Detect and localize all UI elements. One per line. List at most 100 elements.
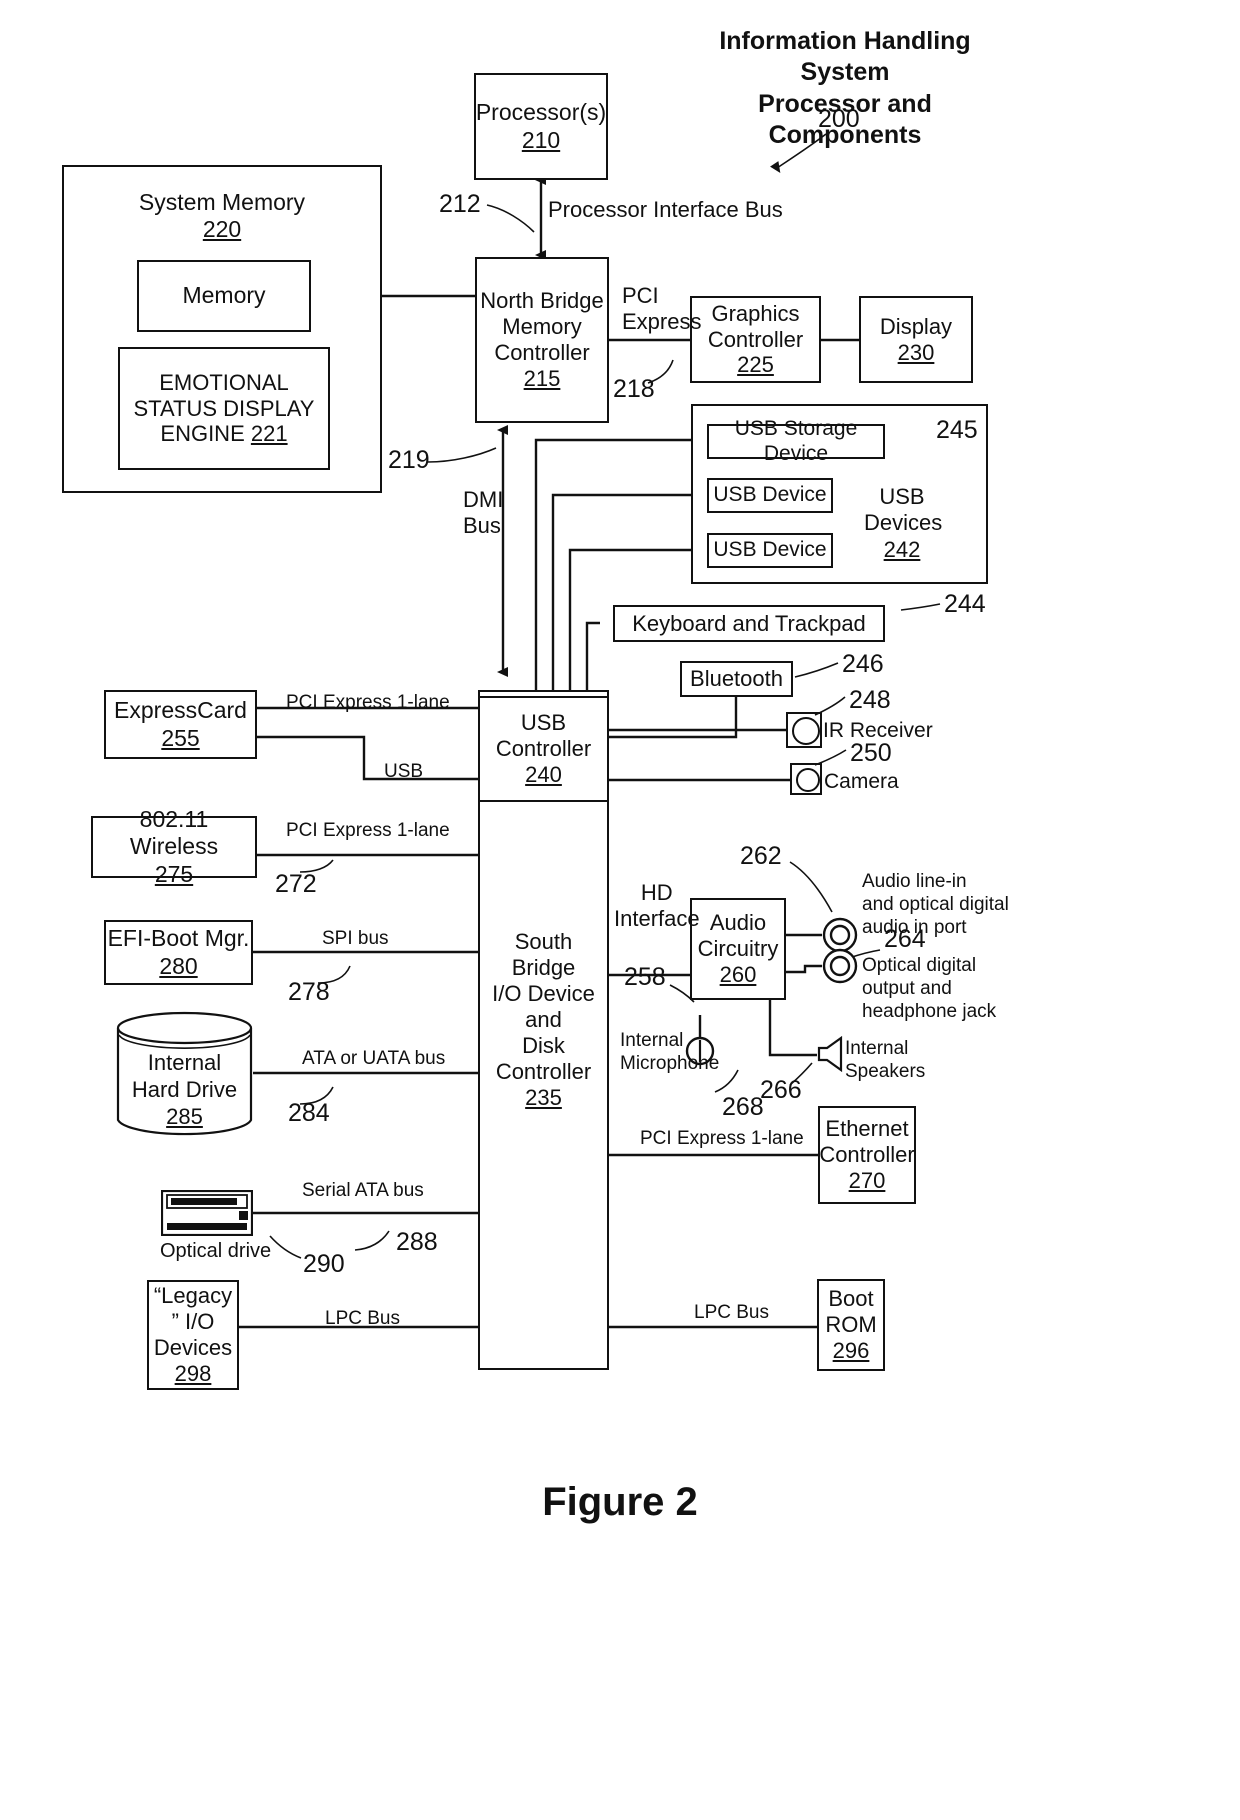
ref-212: 212: [439, 190, 481, 218]
north-bridge-line-3: Controller: [494, 340, 590, 365]
ref-278: 278: [288, 978, 330, 1006]
figure-caption: Figure 2: [542, 1480, 698, 1524]
ref-268: 268: [722, 1093, 764, 1121]
block-expresscard: ExpressCard 255: [104, 690, 257, 759]
label-hd-interface: HD Interface: [614, 880, 700, 932]
label-pcie-1lane-ethernet: PCI Express 1-lane: [640, 1128, 804, 1149]
ethernet-line-2: Controller: [819, 1142, 915, 1168]
usb-controller-number: 240: [525, 761, 562, 787]
block-usb-storage-device: USB Storage Device: [707, 417, 885, 465]
block-audio-circuitry: Audio Circuitry 260: [690, 898, 786, 1000]
usb-storage-title: USB Storage Device: [734, 416, 858, 465]
block-graphics-controller: Graphics Controller 225: [690, 296, 821, 383]
hard-drive-label: Internal Hard Drive 285: [116, 1050, 253, 1130]
boot-rom-line-2: ROM: [825, 1312, 877, 1338]
block-processor-title: Processor(s): [475, 99, 607, 126]
expresscard-number: 255: [161, 724, 200, 751]
optical-digital-output-jack-icon: [822, 948, 858, 984]
boot-rom-number: 296: [832, 1337, 870, 1363]
esde-line-1: EMOTIONAL: [159, 369, 289, 395]
legacy-io-line-2: ” I/O: [171, 1309, 215, 1335]
expresscard-title: ExpressCard: [114, 697, 247, 724]
esde-line-3-row: ENGINE 221: [160, 421, 287, 447]
label-spi-bus: SPI bus: [322, 928, 389, 949]
optical-drive-icon: [160, 1189, 254, 1237]
ref-245: 245: [936, 416, 978, 444]
hard-drive-line-1: Internal: [147, 1050, 222, 1075]
label-usb-bus: USB: [384, 761, 424, 782]
ref-246: 246: [842, 650, 884, 678]
camera-label: Camera: [824, 770, 899, 793]
block-display: Display 230: [859, 296, 973, 383]
label-lpc-bus-right: LPC Bus: [694, 1302, 769, 1323]
label-ata-bus: ATA or UATA bus: [302, 1048, 446, 1069]
graphics-line-1: Graphics: [711, 300, 800, 326]
usb-devices-number: 242: [883, 536, 921, 562]
label-processor-interface-bus: Processor Interface Bus: [548, 197, 783, 222]
ref-288: 288: [396, 1228, 438, 1256]
north-bridge-number: 215: [523, 365, 561, 391]
ref-272: 272: [275, 870, 317, 898]
block-processor: Processor(s) 210: [474, 73, 608, 180]
ref-266: 266: [760, 1076, 802, 1104]
label-pcie-1lane-wireless: PCI Express 1-lane: [286, 820, 450, 841]
usb-device-1-title: USB Device: [713, 483, 827, 507]
esde-number: 221: [250, 421, 288, 447]
patent-figure-sheet: Information Handling System Processor an…: [0, 0, 1240, 1820]
ref-248: 248: [849, 686, 891, 714]
south-bridge-line-1: South Bridge: [511, 929, 576, 981]
graphics-line-2: Controller: [707, 326, 804, 352]
ref-250: 250: [850, 739, 892, 767]
title-line-1: Information Handling: [719, 27, 971, 55]
ir-receiver-label: IR Receiver: [823, 719, 933, 742]
ref-290: 290: [303, 1250, 345, 1278]
ref-284: 284: [288, 1099, 330, 1127]
ethernet-number: 270: [848, 1167, 886, 1193]
label-lpc-bus-left: LPC Bus: [325, 1308, 400, 1329]
ref-200: 200: [818, 105, 860, 133]
title-line-2: System: [800, 58, 890, 87]
usb-devices-line-1: USB: [879, 484, 925, 509]
display-title: Display: [879, 313, 953, 339]
esde-line-2: STATUS DISPLAY: [133, 395, 315, 421]
audio-line-in-label: Audio line-in and optical digital audio …: [862, 871, 1009, 938]
legacy-io-line-1: “Legacy: [153, 1283, 233, 1309]
graphics-number: 225: [737, 352, 774, 378]
south-bridge-line-4: Disk: [522, 1032, 565, 1058]
efi-number: 280: [159, 952, 198, 979]
efi-title: EFI-Boot Mgr.: [107, 925, 250, 952]
block-boot-rom: Boot ROM 296: [817, 1279, 885, 1371]
hard-drive-number: 285: [166, 1103, 203, 1129]
block-802-11-wireless: 802.11 Wireless 275: [91, 806, 257, 887]
label-pcie-1lane-expresscard: PCI Express 1-lane: [286, 692, 450, 713]
block-processor-number: 210: [521, 126, 561, 153]
usb-devices-line-2: Devices: [864, 510, 943, 536]
block-north-bridge: North Bridge Memory Controller 215: [475, 257, 609, 423]
block-legacy-io-devices: “Legacy ” I/O Devices 298: [147, 1280, 239, 1390]
north-bridge-line-1: North Bridge: [480, 288, 604, 314]
legacy-io-line-3: Devices: [153, 1335, 233, 1360]
label-pci-express-graphics: PCI Express: [622, 283, 702, 335]
ref-219: 219: [388, 446, 430, 474]
internal-microphone-label: Internal Microphone: [620, 1030, 720, 1074]
keyboard-title: Keyboard and Trackpad: [632, 610, 866, 636]
camera-icon: [790, 763, 822, 795]
ir-receiver-icon: [786, 712, 822, 748]
wireless-title: 802.11 Wireless: [129, 806, 219, 860]
ref-244: 244: [944, 590, 986, 618]
usb-device-2-title: USB Device: [713, 538, 827, 562]
block-memory-title: Memory: [182, 282, 266, 309]
south-bridge-line-3: and: [525, 1007, 562, 1033]
label-dmi-bus: DMI Bus: [463, 487, 504, 539]
ref-218: 218: [613, 375, 655, 403]
ethernet-line-1: Ethernet: [825, 1116, 909, 1142]
ref-258: 258: [624, 963, 666, 991]
block-emotional-status-display-engine: EMOTIONAL STATUS DISPLAY ENGINE 221: [118, 347, 330, 470]
block-system-memory-title: System Memory: [138, 189, 306, 215]
boot-rom-line-1: Boot: [828, 1286, 874, 1312]
internal-speakers-icon: [817, 1035, 847, 1073]
block-bluetooth: Bluetooth: [680, 661, 793, 697]
ref-262: 262: [740, 842, 782, 870]
block-ethernet-controller: Ethernet Controller 270: [818, 1106, 916, 1204]
block-usb-controller: USB Controller 240: [478, 696, 609, 802]
